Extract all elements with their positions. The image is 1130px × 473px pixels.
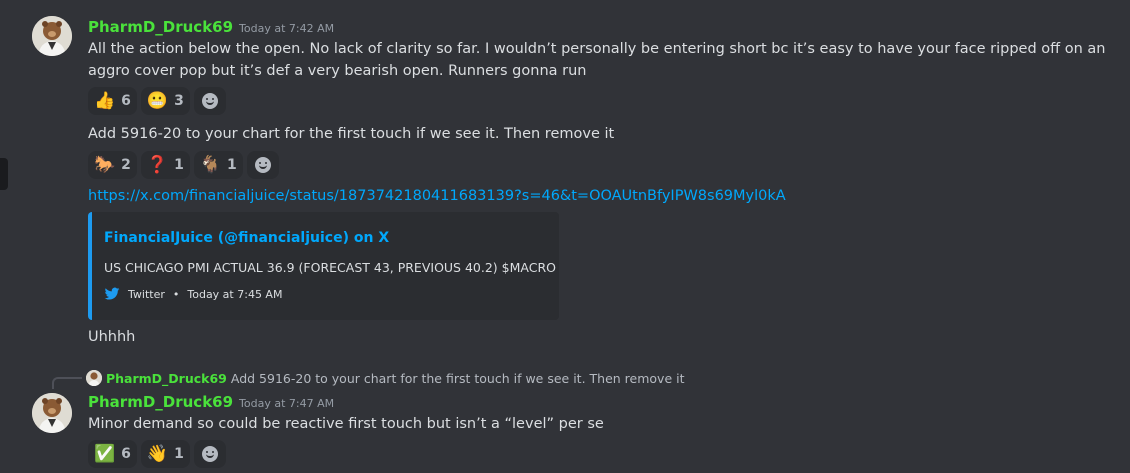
avatar[interactable] — [32, 16, 72, 56]
twitter-icon — [104, 287, 120, 300]
embed-time: Today at 7:45 AM — [187, 287, 283, 301]
reply-reference[interactable]: PharmD_Druck69 Add 5916-20 to your chart… — [86, 370, 685, 386]
goat-icon: 🐐 — [199, 154, 222, 175]
question-icon: ❓ — [146, 154, 169, 175]
reply-username[interactable]: PharmD_Druck69 — [106, 371, 227, 386]
message-header: PharmD_Druck69 Today at 7:47 AM — [88, 392, 334, 412]
add-reaction-button[interactable] — [193, 440, 226, 468]
smile-icon — [254, 157, 271, 173]
timestamp[interactable]: Today at 7:47 AM — [239, 397, 334, 410]
reaction-count: 3 — [174, 93, 184, 109]
reaction-count: 1 — [227, 157, 237, 173]
reaction-bar: ✅ 6 👋 1 — [88, 440, 226, 468]
reaction-bar: 🐎 2 ❓ 1 🐐 1 — [88, 151, 279, 179]
reaction-grimace[interactable]: 😬 3 — [140, 87, 190, 115]
reaction-thumbs-up[interactable]: 👍 6 — [88, 87, 137, 115]
embed-description: US CHICAGO PMI ACTUAL 36.9 (FORECAST 43,… — [104, 260, 556, 275]
username[interactable]: PharmD_Druck69 — [88, 18, 233, 36]
reaction-bar: 👍 6 😬 3 — [88, 87, 226, 115]
smile-icon — [201, 93, 218, 109]
reaction-wave[interactable]: 👋 1 — [140, 440, 190, 468]
add-reaction-button[interactable] — [246, 151, 279, 179]
thumbs-up-icon: 👍 — [94, 90, 116, 111]
reaction-horse[interactable]: 🐎 2 — [88, 151, 137, 179]
wave-icon: 👋 — [146, 443, 169, 464]
timestamp[interactable]: Today at 7:42 AM — [239, 22, 334, 35]
embed-separator: • — [172, 287, 180, 301]
embed-title[interactable]: FinancialJuice (@financialjuice) on X — [104, 230, 389, 246]
reaction-goat[interactable]: 🐐 1 — [193, 151, 243, 179]
reaction-count: 6 — [121, 93, 131, 109]
message-text: All the action below the open. No lack o… — [88, 41, 1106, 79]
message-text: Minor demand so could be reactive first … — [88, 416, 604, 432]
smile-icon — [201, 446, 218, 462]
reaction-count: 6 — [121, 446, 131, 462]
reaction-check[interactable]: ✅ 6 — [88, 440, 137, 468]
add-reaction-button[interactable] — [193, 87, 226, 115]
reaction-count: 2 — [121, 157, 131, 173]
reply-text[interactable]: Add 5916-20 to your chart for the first … — [231, 371, 685, 386]
message-text: Uhhhh — [88, 329, 136, 345]
horse-icon: 🐎 — [94, 154, 116, 175]
scrollbar-thumb[interactable] — [0, 158, 8, 190]
grimace-icon: 😬 — [146, 90, 169, 111]
username[interactable]: PharmD_Druck69 — [88, 393, 233, 411]
reply-connector — [52, 377, 82, 389]
check-icon: ✅ — [94, 443, 116, 464]
reaction-question[interactable]: ❓ 1 — [140, 151, 190, 179]
message-header: PharmD_Druck69 Today at 7:42 AM — [88, 17, 334, 37]
message-text: Add 5916-20 to your chart for the first … — [88, 126, 615, 142]
reaction-count: 1 — [174, 157, 184, 173]
embed-footer: Twitter • Today at 7:45 AM — [104, 286, 282, 302]
link-embed: FinancialJuice (@financialjuice) on X US… — [88, 212, 559, 320]
embed-source: Twitter — [128, 287, 165, 301]
avatar[interactable] — [32, 393, 72, 433]
reaction-count: 1 — [174, 446, 184, 462]
tweet-link[interactable]: https://x.com/financialjuice/status/1873… — [88, 188, 786, 204]
reply-avatar — [86, 370, 102, 386]
